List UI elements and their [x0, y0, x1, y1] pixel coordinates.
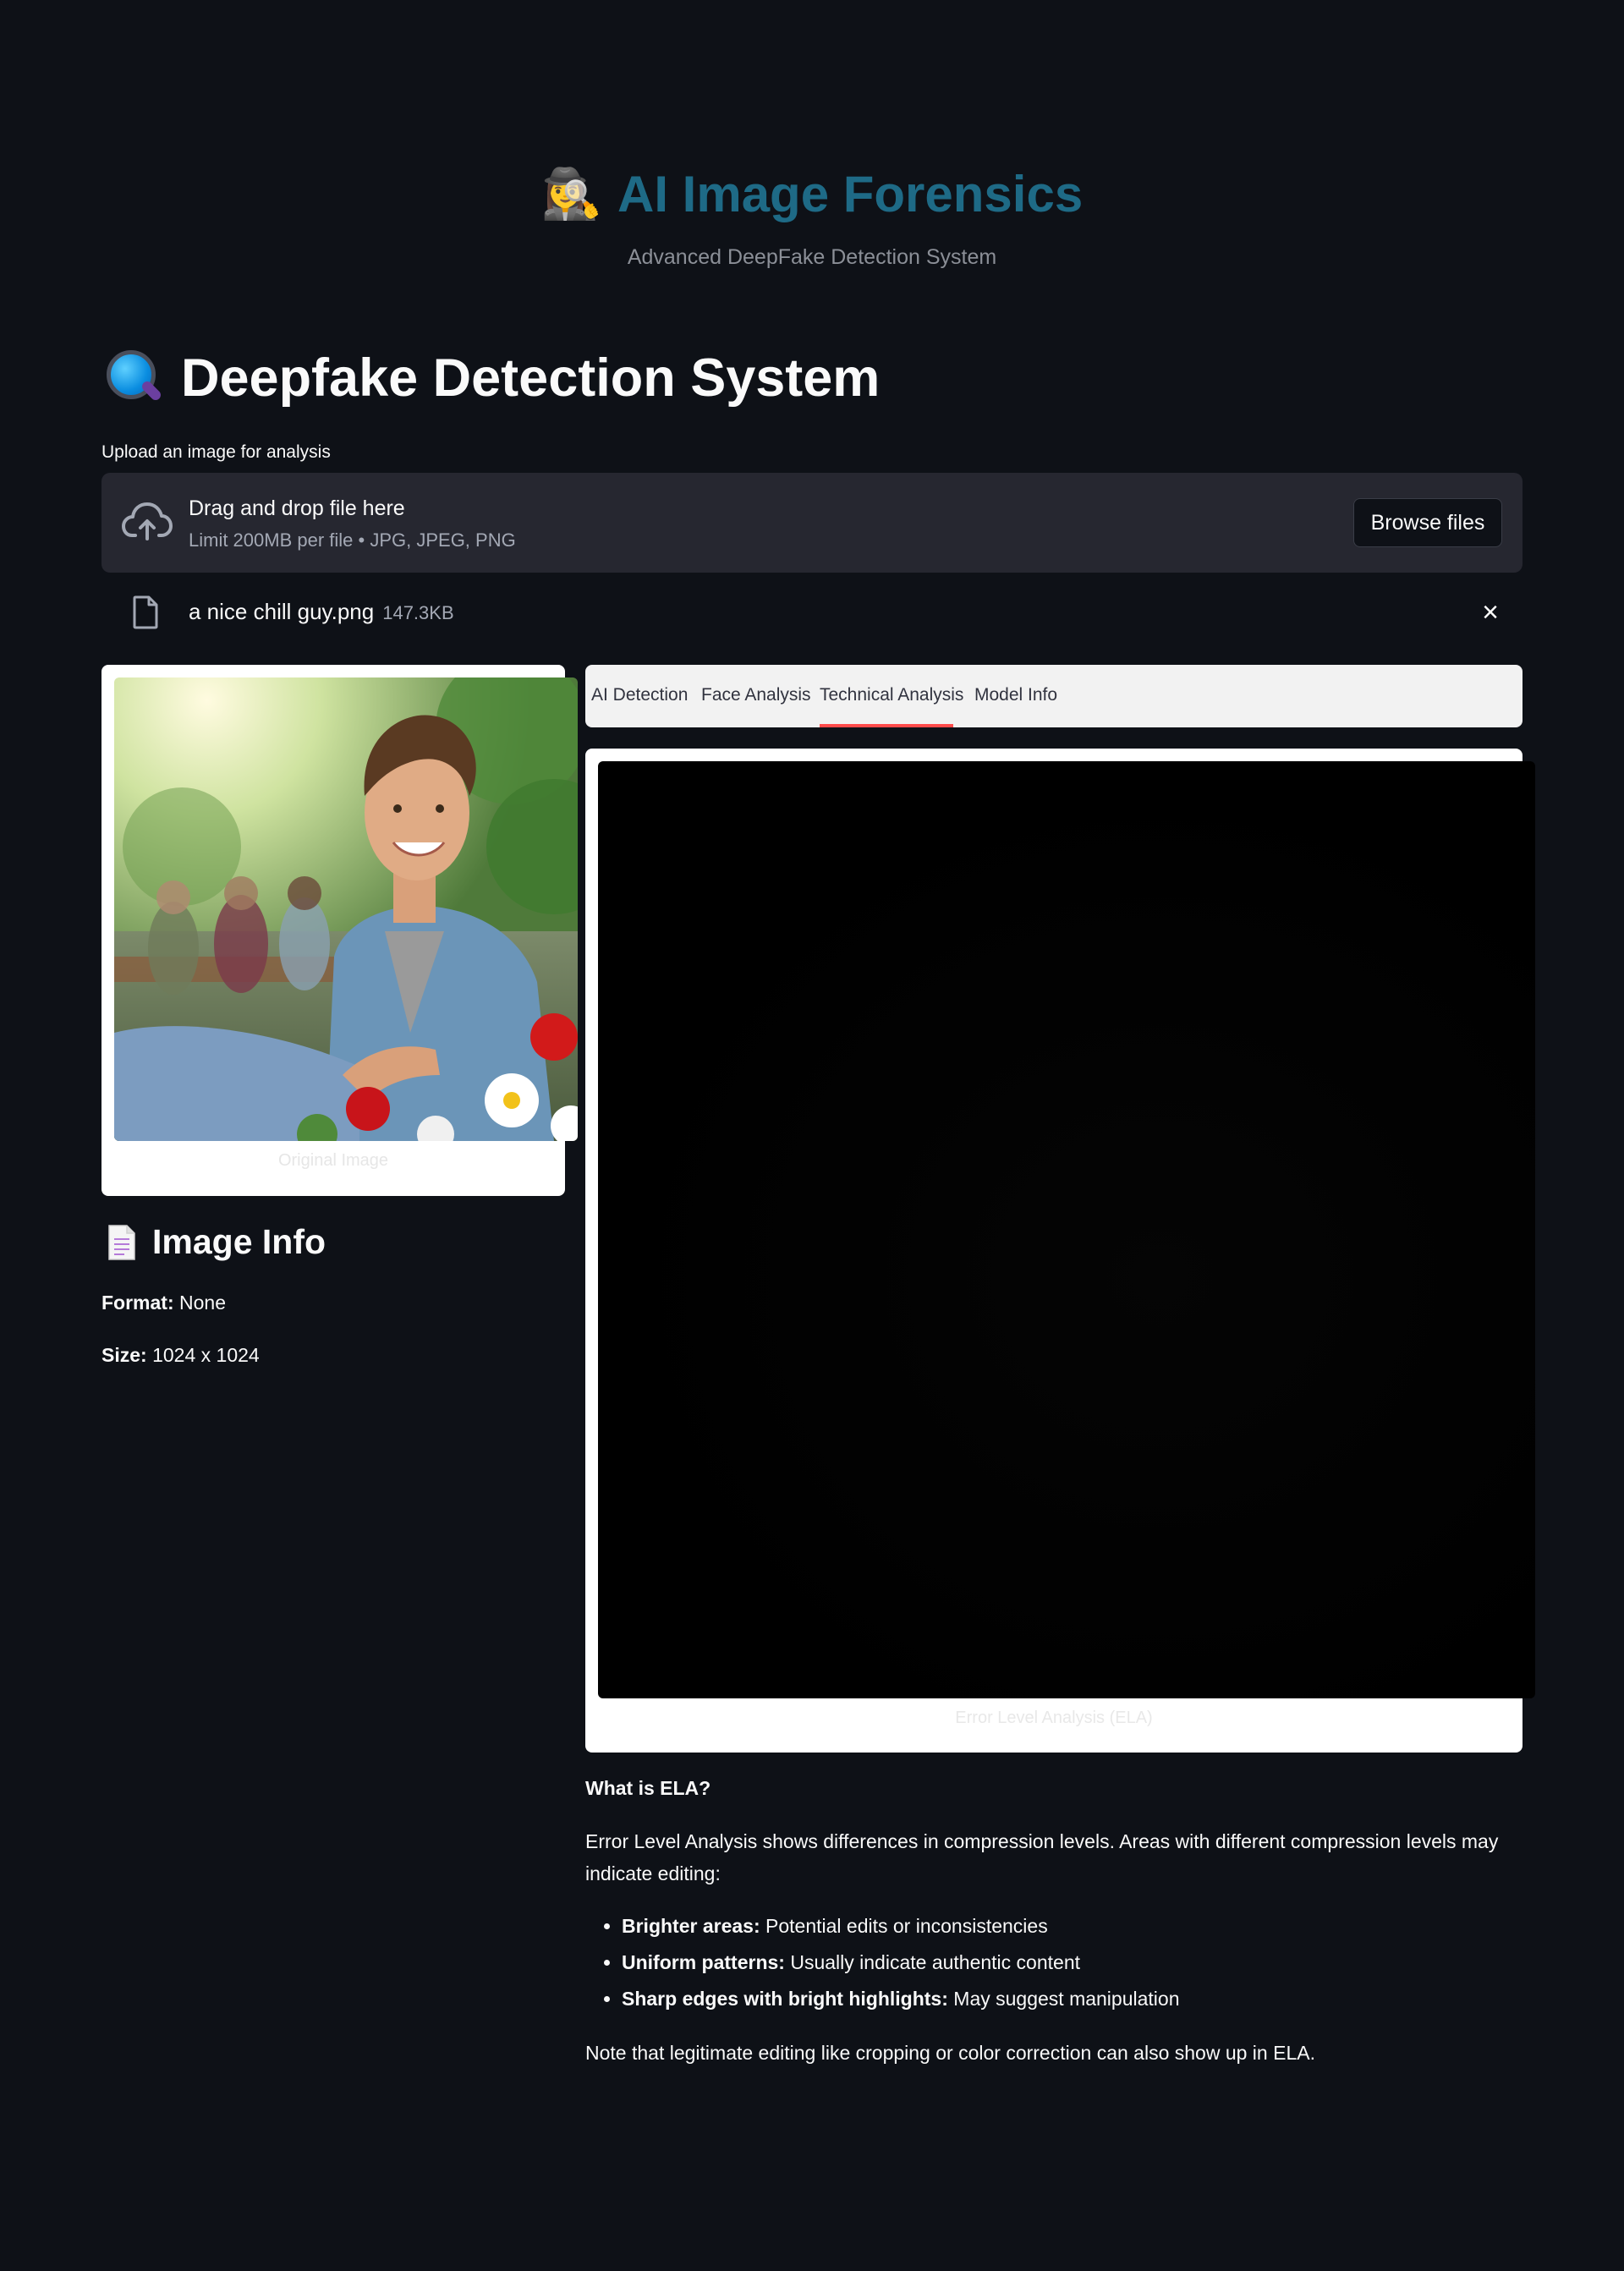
cloud-upload-icon — [122, 502, 173, 540]
tab-face-analysis[interactable]: Face Analysis — [701, 685, 811, 705]
dropzone-instructions: Drag and drop file here — [189, 496, 405, 520]
ela-image-card: Error Level Analysis (ELA) — [585, 749, 1535, 1753]
image-info-heading: Image Info — [107, 1222, 326, 1262]
list-item: Uniform patterns: Usually indicate authe… — [622, 1946, 1522, 1978]
bullet-desc: Usually indicate authentic content — [790, 1951, 1080, 1973]
ela-heading: What is ELA? — [585, 1772, 1522, 1804]
image-info-title: Image Info — [152, 1222, 326, 1261]
file-dropzone[interactable]: Drag and drop file here Limit 200MB per … — [102, 473, 1522, 573]
image-format-value: None — [179, 1292, 226, 1314]
image-size-label: Size: — [102, 1344, 147, 1366]
ela-image — [598, 761, 1535, 1698]
tab-ai-detection[interactable]: AI Detection — [591, 685, 688, 705]
ela-image-caption: Error Level Analysis (ELA) — [955, 1709, 1153, 1727]
image-format-line: Format: None — [102, 1292, 226, 1314]
uploaded-image — [114, 677, 578, 1141]
tab-technical-analysis[interactable]: Technical Analysis — [820, 685, 963, 705]
bullet-term: Brighter areas: — [622, 1915, 760, 1937]
image-format-label: Format: — [102, 1292, 174, 1314]
document-icon — [108, 1224, 135, 1260]
analysis-tabs: AI Detection Face Analysis Technical Ana… — [585, 665, 1522, 727]
uploaded-file-row: a nice chill guy.png 147.3KB × — [102, 592, 1522, 634]
page-title-text: Deepfake Detection System — [181, 348, 881, 408]
file-name: a nice chill guy.png 147.3KB — [189, 599, 454, 625]
list-item: Brighter areas: Potential edits or incon… — [622, 1910, 1522, 1942]
file-icon — [133, 595, 158, 629]
ela-intro: Error Level Analysis shows differences i… — [585, 1830, 1499, 1884]
uploaded-image-card: Original Image — [102, 665, 578, 1196]
upload-label: Upload an image for analysis — [102, 442, 331, 462]
ela-heading-text: What is ELA? — [585, 1777, 711, 1799]
bullet-term: Uniform patterns: — [622, 1951, 785, 1973]
ela-note: Note that legitimate editing like croppi… — [585, 2042, 1315, 2064]
bullet-term: Sharp edges with bright highlights: — [622, 1988, 948, 2010]
remove-file-button[interactable]: × — [1475, 595, 1506, 628]
file-name-text: a nice chill guy.png — [189, 599, 375, 624]
app-page: 🕵️‍♀️ AI Image Forensics Advanced DeepFa… — [0, 0, 1624, 2271]
bullet-desc: May suggest manipulation — [953, 1988, 1180, 2010]
app-header: 🕵️‍♀️ AI Image Forensics Advanced DeepFa… — [0, 165, 1624, 270]
app-title-text: AI Image Forensics — [617, 166, 1084, 222]
uploaded-image-illustration — [114, 677, 578, 1141]
list-item: Sharp edges with bright highlights: May … — [622, 1983, 1522, 2015]
active-tab-indicator — [820, 724, 953, 727]
image-size-line: Size: 1024 x 1024 — [102, 1344, 260, 1367]
image-size-value: 1024 x 1024 — [152, 1344, 260, 1366]
close-icon: × — [1482, 595, 1499, 628]
dropzone-limit: Limit 200MB per file • JPG, JPEG, PNG — [189, 529, 516, 551]
bullet-desc: Potential edits or inconsistencies — [765, 1915, 1048, 1937]
browse-files-button[interactable]: Browse files — [1353, 498, 1502, 547]
detective-icon: 🕵️‍♀️ — [540, 166, 602, 222]
uploaded-image-caption: Original Image — [277, 1151, 389, 1170]
page-title: Deepfake Detection System — [102, 347, 880, 409]
file-size: 147.3KB — [382, 602, 454, 623]
app-subtitle: Advanced DeepFake Detection System — [627, 245, 997, 269]
tab-model-info[interactable]: Model Info — [974, 685, 1057, 705]
magnifying-glass-icon — [102, 347, 164, 409]
ela-bullet-list: Brighter areas: Potential edits or incon… — [585, 1910, 1522, 2019]
app-title: 🕵️‍♀️ AI Image Forensics — [541, 165, 1083, 223]
